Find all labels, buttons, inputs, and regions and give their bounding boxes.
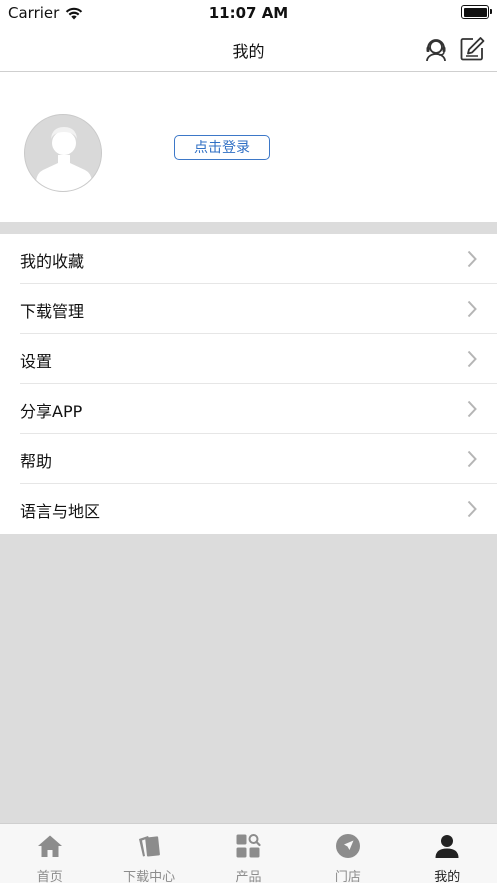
edit-icon[interactable] <box>459 36 485 62</box>
tab-home[interactable]: 首页 <box>0 824 99 883</box>
tab-bar: 首页 下载中心 产品 门店 我的 <box>0 823 497 883</box>
profile-section: 点击登录 <box>0 72 497 222</box>
menu-item-label: 我的收藏 <box>20 252 85 271</box>
battery-icon <box>461 5 489 19</box>
menu-item-label: 分享APP <box>20 402 83 421</box>
location-icon <box>335 834 360 858</box>
menu-list: 我的收藏 下载管理 设置 分享APP 帮助 语言与地区 <box>0 234 497 534</box>
tab-stores[interactable]: 门店 <box>298 824 397 883</box>
chevron-right-icon <box>467 400 477 418</box>
home-icon <box>37 835 62 857</box>
tab-products[interactable]: 产品 <box>199 824 298 883</box>
login-button[interactable]: 点击登录 <box>174 135 270 160</box>
chevron-right-icon <box>467 300 477 318</box>
tab-label: 首页 <box>36 870 63 883</box>
products-grid-icon <box>236 834 262 858</box>
default-avatar-icon <box>36 127 92 191</box>
menu-item-settings[interactable]: 设置 <box>0 334 497 384</box>
menu-item-help[interactable]: 帮助 <box>0 434 497 484</box>
chevron-right-icon <box>467 450 477 468</box>
tab-label: 我的 <box>434 870 461 883</box>
tab-label: 门店 <box>334 870 361 883</box>
battery-tip <box>490 9 492 14</box>
chevron-right-icon <box>467 250 477 268</box>
tab-mine[interactable]: 我的 <box>398 824 497 883</box>
menu-item-label: 帮助 <box>20 452 53 471</box>
menu-item-label: 设置 <box>20 352 53 371</box>
chevron-right-icon <box>467 500 477 518</box>
menu-item-label: 语言与地区 <box>20 502 101 521</box>
menu-item-share-app[interactable]: 分享APP <box>0 384 497 434</box>
menu-item-favorites[interactable]: 我的收藏 <box>0 234 497 284</box>
menu-item-language-region[interactable]: 语言与地区 <box>0 484 497 534</box>
tab-label: 产品 <box>235 870 262 883</box>
tab-download-center[interactable]: 下载中心 <box>99 824 198 883</box>
status-bar: Carrier 11:07 AM <box>0 0 497 26</box>
chevron-right-icon <box>467 350 477 368</box>
menu-item-label: 下载管理 <box>20 302 85 321</box>
avatar[interactable] <box>24 114 102 192</box>
status-time: 11:07 AM <box>208 4 289 22</box>
customer-service-icon[interactable] <box>423 36 449 62</box>
documents-icon <box>139 836 160 857</box>
menu-item-downloads[interactable]: 下载管理 <box>0 284 497 334</box>
nav-bar: 我的 <box>0 26 497 72</box>
tab-label: 下载中心 <box>123 870 176 883</box>
person-icon <box>435 835 459 858</box>
